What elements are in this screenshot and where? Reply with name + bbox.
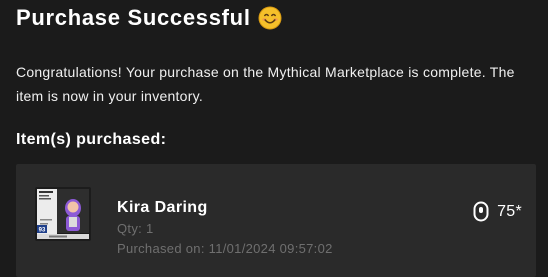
confirmation-message: Congratulations! Your purchase on the My… bbox=[16, 64, 515, 104]
item-price: 75* bbox=[473, 201, 522, 222]
coin-icon bbox=[473, 201, 489, 222]
item-purchase-date: Purchased on: 11/01/2024 09:57:02 bbox=[117, 241, 333, 256]
purchased-item-card: 93 Kira Daring Qty: 1 Purchased on: 11/0… bbox=[16, 164, 536, 277]
thumbnail-rating: 93 bbox=[39, 228, 46, 234]
smiling-face-icon bbox=[258, 6, 282, 30]
item-price-value: 75* bbox=[497, 202, 522, 220]
page-title-row: Purchase Successful bbox=[16, 5, 282, 31]
page-title: Purchase Successful bbox=[16, 5, 251, 30]
player-card-thumbnail-icon: 93 bbox=[35, 187, 91, 241]
item-name: Kira Daring bbox=[117, 199, 208, 216]
items-purchased-heading: Item(s) purchased: bbox=[16, 131, 167, 148]
item-quantity: Qty: 1 bbox=[117, 221, 154, 236]
